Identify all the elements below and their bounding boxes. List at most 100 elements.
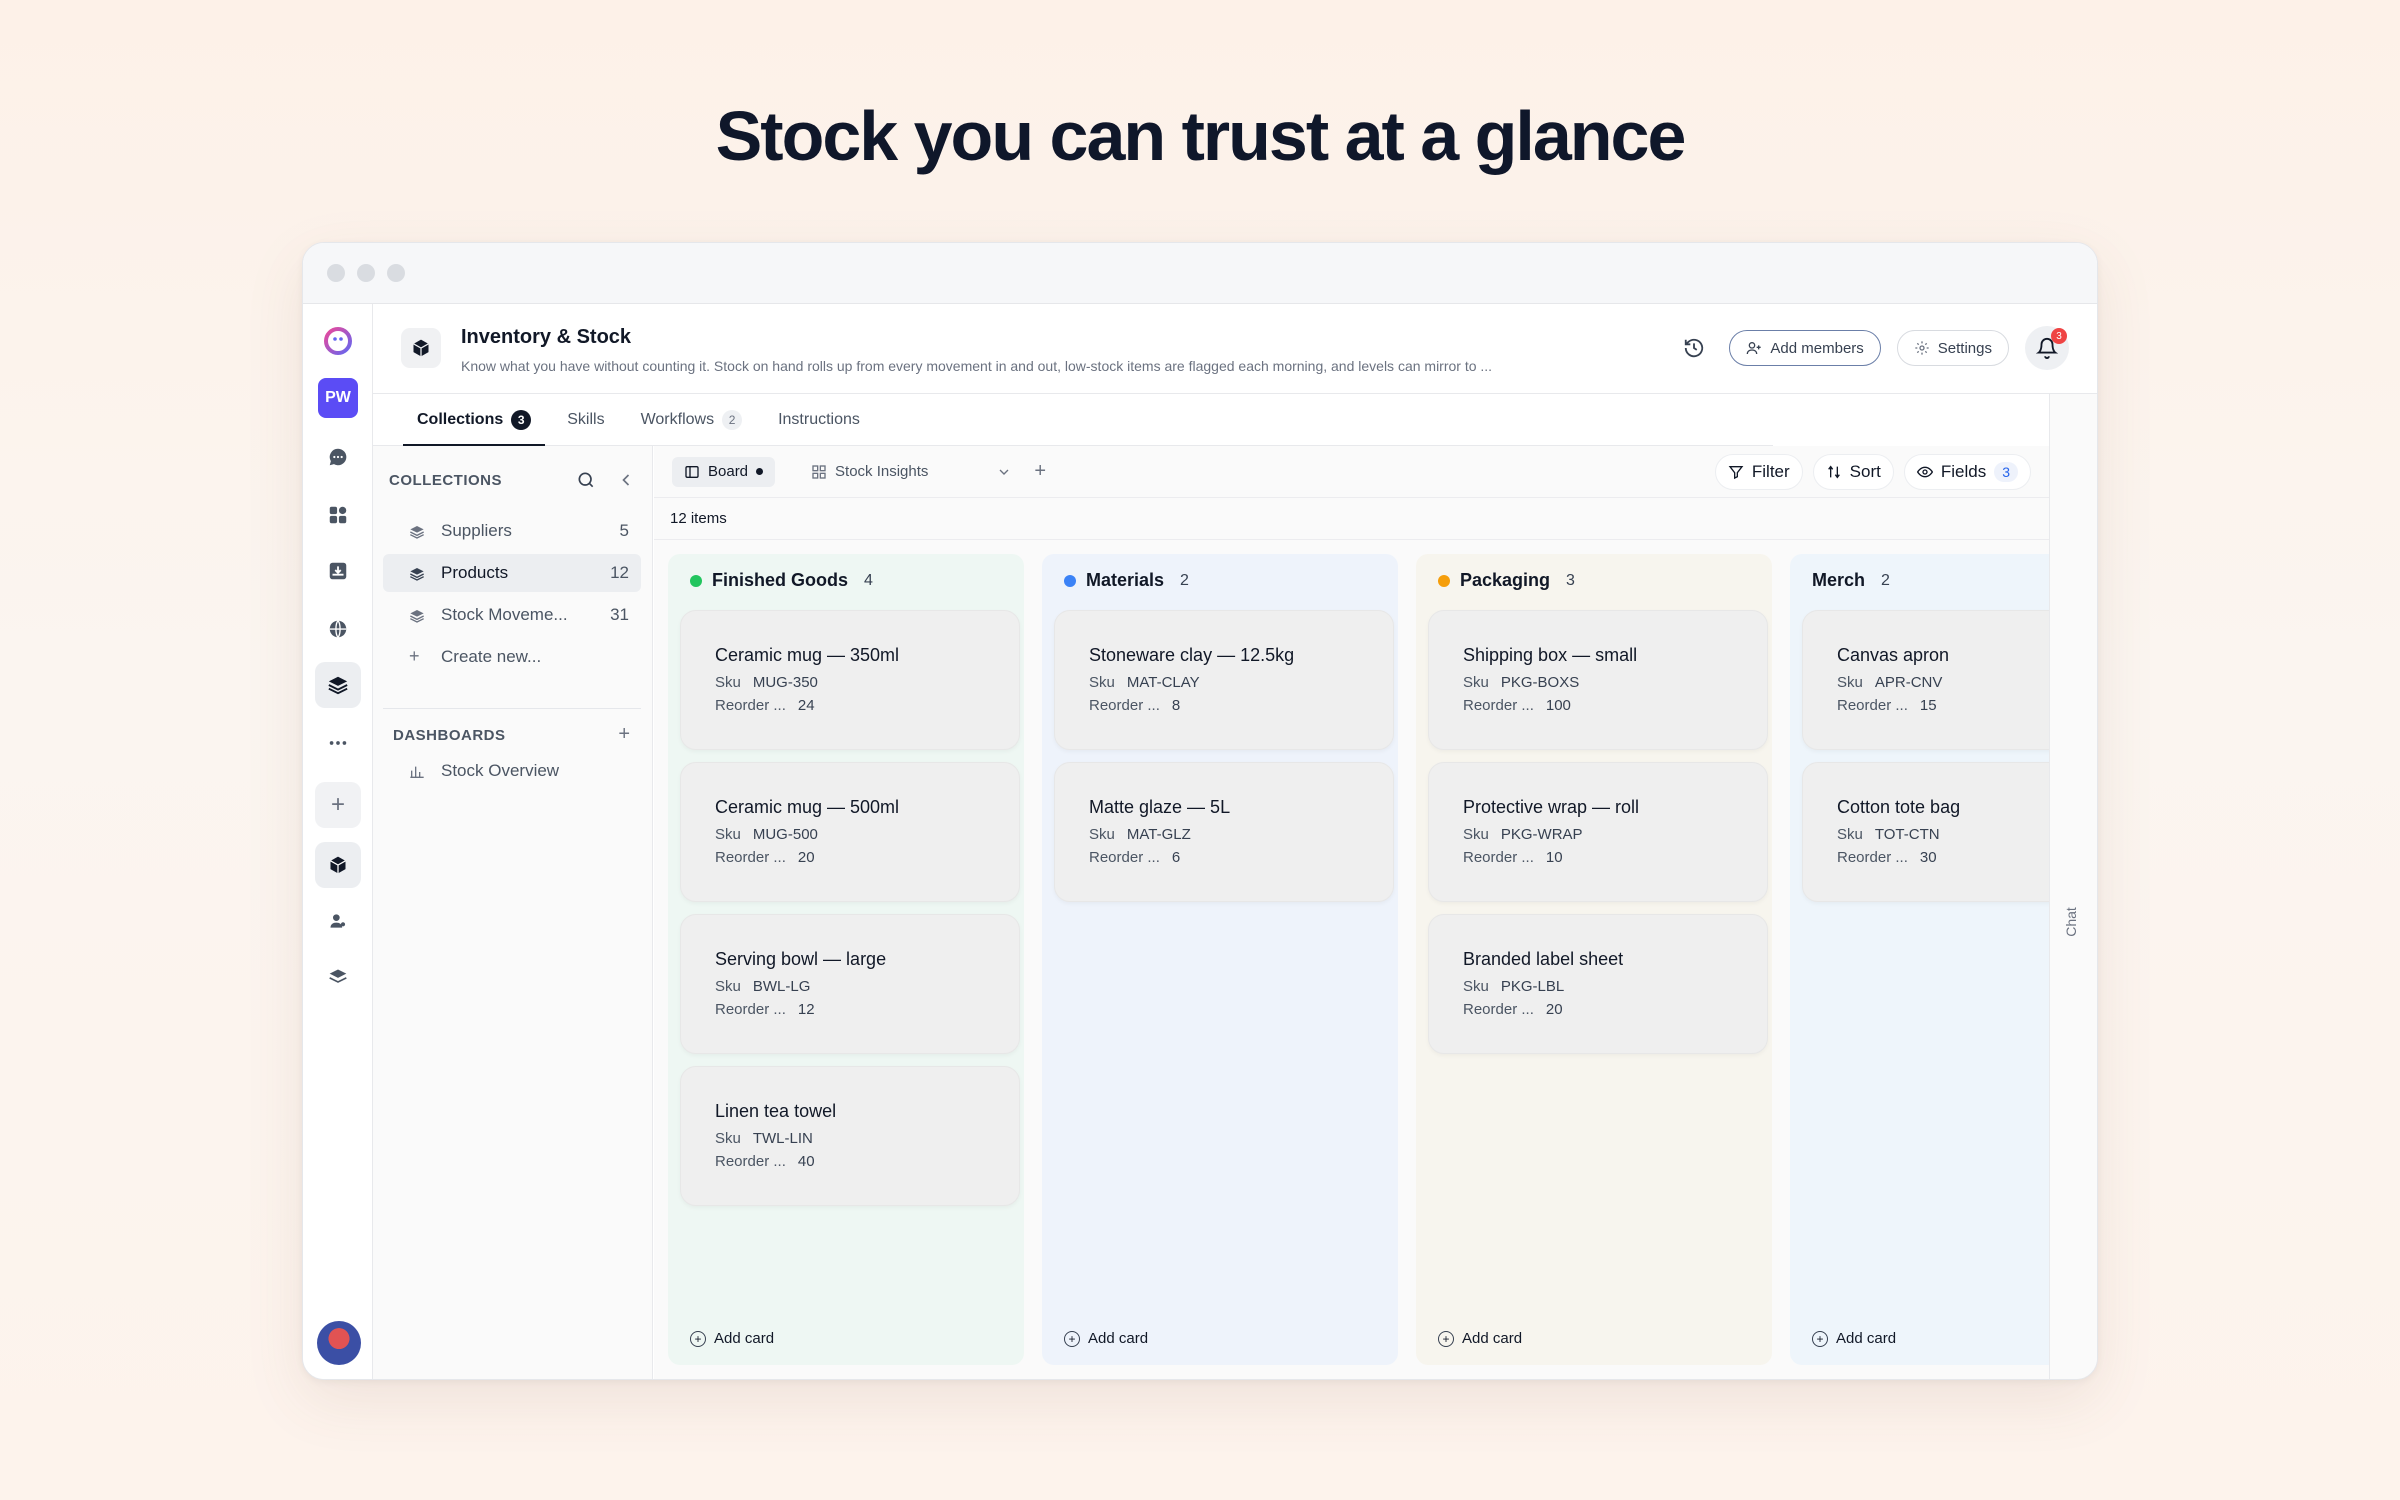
plus-circle-icon: + (1438, 1330, 1454, 1347)
collapse-chevron-icon[interactable] (618, 470, 634, 490)
card-title: Serving bowl — large (715, 949, 887, 969)
add-card-button[interactable]: + Add card (1438, 1330, 1522, 1347)
stack-icon[interactable] (315, 954, 361, 1000)
plus-icon: + (409, 646, 420, 666)
card-field-key: Reorder ... (1837, 697, 1908, 714)
board-view-tab[interactable]: Board (672, 456, 776, 487)
add-user-icon (1746, 340, 1762, 356)
board-card[interactable]: Ceramic mug — 350ml Sku MUG-350 Reorder ...… (680, 610, 1020, 750)
search-icon[interactable] (576, 470, 596, 490)
bar-chart-icon (409, 764, 425, 785)
history-icon[interactable] (1683, 337, 1705, 359)
column-header[interactable]: Finished Goods 4 (690, 570, 873, 591)
filter-button[interactable]: Filter (1714, 454, 1803, 490)
board-card[interactable]: Branded label sheet Sku PKG-LBL Reorder ...… (1428, 914, 1768, 1054)
column-count: 2 (1881, 571, 1890, 589)
settings-button[interactable]: Settings (1896, 330, 2009, 366)
tab-collections[interactable]: Collections 3 (403, 394, 546, 447)
globe-icon[interactable] (315, 606, 361, 652)
notifications-button[interactable]: 3 (2025, 326, 2069, 370)
sidebar-item-suppliers[interactable]: Suppliers 5 (383, 512, 641, 550)
tab-instructions[interactable]: Instructions (764, 394, 874, 446)
sidebar-item-count: 31 (610, 605, 629, 624)
column-header[interactable]: Merch 2 (1812, 570, 1890, 591)
card-field-key: Reorder ... (1089, 697, 1160, 714)
add-members-button[interactable]: Add members (1729, 330, 1881, 366)
sidebar-item-products[interactable]: Products 12 (383, 554, 641, 592)
sidebar-item-count: 12 (610, 563, 629, 582)
card-field-key: Sku (1463, 826, 1489, 843)
more-icon[interactable] (315, 720, 361, 766)
apps-grid-icon[interactable] (315, 492, 361, 538)
board-card[interactable]: Matte glaze — 5L Sku MAT-GLZ Reorder ... 6 (1054, 762, 1394, 902)
add-app-icon[interactable]: + (315, 782, 361, 828)
board-card[interactable]: Linen tea towel Sku TWL-LIN Reorder ... 40 (680, 1066, 1020, 1206)
views-dropdown-chevron-icon[interactable] (996, 464, 1012, 480)
tab-skills[interactable]: Skills (553, 394, 618, 446)
add-dashboard-icon[interactable]: + (618, 723, 630, 746)
cube-icon[interactable] (315, 842, 361, 888)
card-field-key: Reorder ... (715, 1001, 786, 1018)
sort-button[interactable]: Sort (1812, 454, 1894, 490)
chat-panel-toggle[interactable]: Chat (2049, 394, 2097, 1379)
tab-label: Collections (417, 411, 504, 428)
icon-rail: PW + (303, 304, 373, 1379)
add-view-icon[interactable]: + (1034, 460, 1046, 483)
user-avatar[interactable] (317, 1321, 361, 1365)
column-title: Materials (1086, 570, 1165, 590)
view-label: Stock Insights (835, 463, 929, 480)
card-title: Shipping box — small (1463, 645, 1638, 665)
window-close-dot[interactable] (327, 264, 345, 282)
board-card[interactable]: Shipping box — small Sku PKG-BOXS Reorder .… (1428, 610, 1768, 750)
card-reorder-level: 15 (1919, 697, 1937, 714)
add-members-label: Add members (1770, 339, 1864, 357)
window-minimize-dot[interactable] (357, 264, 375, 282)
column-header[interactable]: Packaging 3 (1438, 570, 1575, 591)
layers-icon (409, 566, 425, 587)
inbox-icon[interactable] (315, 548, 361, 594)
card-field-key: Reorder ... (1463, 697, 1534, 714)
board-card[interactable]: Canvas apron Sku APR-CNV Reorder ... 15 (1802, 610, 2049, 750)
add-card-button[interactable]: + Add card (1064, 1330, 1148, 1347)
card-reorder-level: 6 (1171, 849, 1181, 866)
app-logo-icon[interactable] (315, 318, 361, 364)
card-title: Branded label sheet (1463, 949, 1624, 969)
stock-insights-view-tab[interactable]: Stock Insights (799, 457, 940, 487)
gear-icon (1914, 340, 1930, 356)
add-card-button[interactable]: + Add card (690, 1330, 774, 1347)
add-card-label: Add card (1462, 1330, 1523, 1347)
column-header[interactable]: Materials 2 (1064, 570, 1189, 591)
sidebar-item-stock-movements[interactable]: Stock Moveme... 31 (383, 596, 641, 634)
layers-icon[interactable] (315, 662, 361, 708)
card-field-key: Sku (1837, 674, 1863, 691)
board-card[interactable]: Protective wrap — roll Sku PKG-WRAP Reorder… (1428, 762, 1768, 902)
user-settings-icon[interactable] (315, 898, 361, 944)
board-card[interactable]: Ceramic mug — 500ml Sku MUG-500 Reorder ...… (680, 762, 1020, 902)
layers-icon (409, 608, 425, 629)
tab-workflows[interactable]: Workflows 2 (627, 394, 757, 446)
board-card[interactable]: Serving bowl — large Sku BWL-LG Reorder ...… (680, 914, 1020, 1054)
add-card-button[interactable]: + Add card (1812, 1330, 1896, 1347)
card-reorder-level: 20 (797, 849, 815, 866)
app-header: Inventory & Stock Know what you have wit… (373, 304, 2097, 394)
fields-button[interactable]: Fields 3 (1903, 454, 2031, 490)
card-sku: TOT-CTN (1874, 826, 1940, 843)
card-title: Protective wrap — roll (1463, 797, 1640, 817)
card-field-key: Reorder ... (715, 1153, 786, 1170)
plus-circle-icon: + (1812, 1330, 1828, 1347)
column-count: 4 (864, 571, 873, 589)
card-field-key: Reorder ... (1089, 849, 1160, 866)
create-new-collection-button[interactable]: + Create new... (383, 638, 641, 676)
collections-heading: COLLECTIONS (389, 472, 502, 489)
column-count: 2 (1180, 571, 1189, 589)
settings-label: Settings (1937, 339, 1992, 357)
board-card[interactable]: Cotton tote bag Sku TOT-CTN Reorder ... 30 (1802, 762, 2049, 902)
sidebar-item-stock-overview[interactable]: Stock Overview (383, 752, 641, 790)
window-maximize-dot[interactable] (387, 264, 405, 282)
board-card[interactable]: Stoneware clay — 12.5kg Sku MAT-CLAY Reorde… (1054, 610, 1394, 750)
workspace-avatar[interactable]: PW (318, 378, 358, 418)
board-column-materials: Materials 2 Stoneware clay — 12.5kg Sku MAT-… (1042, 554, 1398, 1365)
chat-bubble-icon[interactable] (315, 434, 361, 480)
card-field-key: Reorder ... (1837, 849, 1908, 866)
card-reorder-level: 30 (1919, 849, 1937, 866)
